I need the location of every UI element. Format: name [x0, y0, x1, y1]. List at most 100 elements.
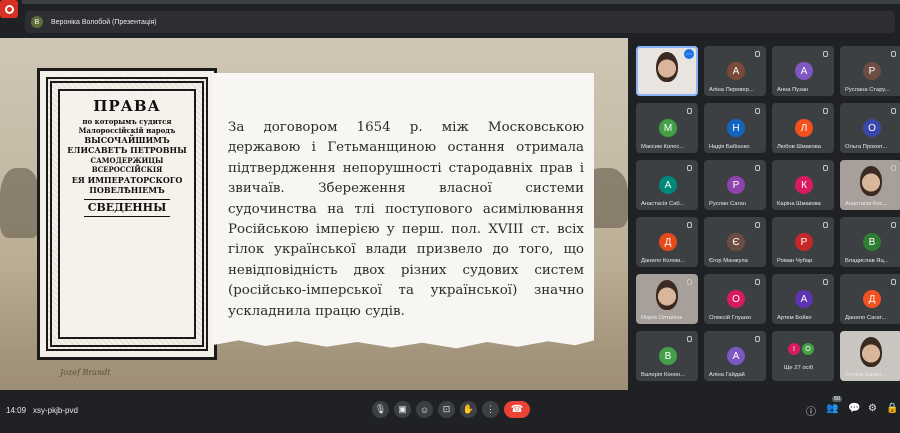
participant-tile[interactable]: Д Данило Сагат...	[840, 274, 900, 324]
participant-name: Марія Олтапюк	[641, 315, 683, 321]
participant-tile[interactable]: М Максим Колес...	[636, 103, 698, 153]
book-bottom-title: СВЕДЕННЫ	[83, 198, 171, 217]
participant-avatar: Д	[659, 233, 677, 251]
meeting-code: xsy-pkjb-pvd	[33, 406, 78, 415]
participant-tile[interactable]: О Ольга Прокоп...	[840, 103, 900, 153]
participant-name: Олексій Глушко	[709, 315, 752, 321]
participant-video	[860, 337, 882, 367]
more-vert-icon: ⋮	[486, 404, 495, 414]
participant-avatar: Р	[727, 176, 745, 194]
participant-tile[interactable]: А Артем Бойко	[772, 274, 834, 324]
muted-mic-icon	[891, 165, 896, 171]
book-inner: ПРАВА по которымъ судится Малороссійскій…	[58, 89, 196, 339]
book-title: ПРАВА	[93, 97, 161, 115]
participants-count-badge: 50	[832, 396, 843, 402]
more-participants-avatar: І	[788, 343, 800, 355]
muted-mic-icon	[755, 336, 760, 342]
mic-button[interactable]: 🎙	[372, 401, 389, 418]
presenter-chip[interactable]: В Вероніка Волобой (Презентація)	[25, 11, 895, 33]
participant-name: Анастасія Саб...	[641, 201, 685, 207]
people-button[interactable]: 👥	[826, 403, 838, 414]
presenter-avatar: В	[31, 16, 43, 28]
participant-name: Аліна Гайдай	[709, 372, 745, 378]
book-line: ЕЯ ИМПЕРАТОРСКОГО	[71, 174, 183, 185]
participant-name: Максим Колес...	[641, 144, 685, 150]
reactions-button[interactable]: ☺	[416, 401, 433, 418]
participant-video	[656, 52, 678, 82]
muted-mic-icon	[687, 222, 692, 228]
muted-mic-icon	[755, 51, 760, 57]
book-line: ПОВЕЛѢНІЕМЪ	[89, 184, 165, 195]
participant-tile[interactable]: Анастасія Кос...	[840, 160, 900, 210]
muted-mic-icon	[823, 165, 828, 171]
camera-icon: ▣	[398, 404, 407, 414]
participant-name: Руслан Саган	[709, 201, 746, 207]
participant-tile[interactable]: А Анастасія Саб...	[636, 160, 698, 210]
participant-tile[interactable]: А Аліна Гайдай	[704, 331, 766, 381]
participant-tile[interactable]: Д Данило Колом...	[636, 217, 698, 267]
meeting-info-button[interactable]: ⓘ	[806, 403, 816, 418]
participant-avatar: В	[863, 233, 881, 251]
participant-name: Роман Чубар	[777, 258, 813, 264]
leave-call-button[interactable]: ☎	[504, 401, 530, 418]
muted-mic-icon	[823, 279, 828, 285]
top-bar: В Вероніка Волобой (Презентація)	[0, 0, 900, 38]
present-button[interactable]: ⊡	[438, 401, 455, 418]
participant-name: Анастасія Кос...	[845, 201, 888, 207]
participant-avatar: Р	[795, 233, 813, 251]
book-line: по которымъ судится Малороссійскій народ…	[78, 116, 176, 135]
muted-mic-icon	[823, 222, 828, 228]
participant-avatar: В	[659, 347, 677, 365]
present-icon: ⊡	[442, 404, 451, 414]
participant-tile[interactable]: В Валерія Конон...	[636, 331, 698, 381]
muted-mic-icon	[755, 222, 760, 228]
book-title-page-image: ПРАВА по которымъ судится Малороссійскій…	[37, 68, 217, 360]
participant-tile[interactable]: І О Ще 27 осіб	[772, 331, 834, 381]
host-controls-button[interactable]: 🔒	[886, 403, 898, 414]
book-line: САМОДЕРЖИЦЫ ВСЕРОССІЙСКІЯ	[90, 156, 164, 174]
participant-tile[interactable]: Р Руслана Стару...	[840, 46, 900, 96]
participant-name: Єгор Манжула	[709, 258, 748, 264]
participant-tile[interactable]: Р Роман Чубар	[772, 217, 834, 267]
more-participants-avatar: О	[802, 343, 814, 355]
participant-name: Аліна Перевер...	[709, 87, 754, 93]
participant-avatar: Є	[727, 233, 745, 251]
participant-name: Любов Шмакова	[777, 144, 821, 150]
participant-tile[interactable]: К Каріна Шмакова	[772, 160, 834, 210]
recording-icon	[0, 0, 18, 18]
muted-mic-icon	[891, 336, 896, 342]
participant-avatar: А	[795, 290, 813, 308]
activities-button[interactable]: ⚙	[868, 403, 877, 414]
participant-avatar: К	[795, 176, 813, 194]
participant-avatar: А	[727, 62, 745, 80]
participant-tile[interactable]: Є Єгор Манжула	[704, 217, 766, 267]
bottom-bar: 14:09 xsy-pkjb-pvd 🎙 ▣ ☺ ⊡ ✋ ⋮ ☎ ⓘ 👥 50 …	[0, 392, 900, 433]
presenter-label: Вероніка Волобой (Презентація)	[51, 18, 157, 26]
participant-tile[interactable]: А Аліна Перевер...	[704, 46, 766, 96]
participant-avatar: Р	[863, 62, 881, 80]
more-options-button[interactable]: ⋮	[482, 401, 499, 418]
camera-button[interactable]: ▣	[394, 401, 411, 418]
muted-mic-icon	[755, 108, 760, 114]
presentation-stage: ПРАВА по которымъ судится Малороссійскій…	[0, 38, 628, 390]
participant-avatar: А	[795, 62, 813, 80]
participant-tile[interactable]: ⋯ Вероніка Воло...	[636, 46, 698, 96]
participant-tile[interactable]: Тетяна Базил...	[840, 331, 900, 381]
participant-tile[interactable]: Л Любов Шмакова	[772, 103, 834, 153]
participant-tile[interactable]: Р Руслан Саган	[704, 160, 766, 210]
participant-avatar: А	[727, 347, 745, 365]
top-strip	[22, 0, 900, 4]
participant-avatar: О	[863, 119, 881, 137]
raise-hand-button[interactable]: ✋	[460, 401, 477, 418]
participant-tile[interactable]: Н Надія Бабієнко	[704, 103, 766, 153]
participant-avatar: О	[727, 290, 745, 308]
participant-name: Владислав Яц...	[845, 258, 889, 264]
chat-button[interactable]: 💬	[848, 403, 860, 414]
speaking-indicator-icon: ⋯	[684, 49, 694, 59]
participant-tile[interactable]: В Владислав Яц...	[840, 217, 900, 267]
participant-tile[interactable]: Марія Олтапюк	[636, 274, 698, 324]
muted-mic-icon	[687, 108, 692, 114]
participant-name: Вероніка Воло...	[641, 87, 685, 93]
participant-tile[interactable]: О Олексій Глушко	[704, 274, 766, 324]
participant-tile[interactable]: А Анна Пузан	[772, 46, 834, 96]
